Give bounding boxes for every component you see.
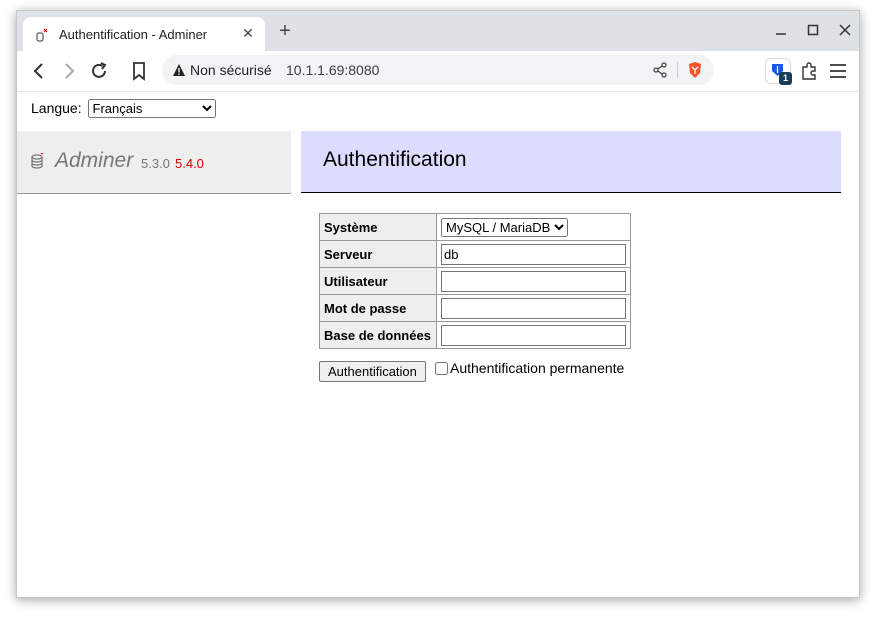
browser-tab[interactable]: Authentification - Adminer ✕ [23,17,265,51]
security-label[interactable]: Non sécurisé [190,62,272,78]
table-row: Serveur [319,240,631,268]
brave-shield-icon[interactable] [687,61,703,79]
new-tab-icon[interactable]: + [275,21,295,41]
table-row: Système MySQL / MariaDB [319,213,631,241]
login-form-table: Système MySQL / MariaDB Serveur Utilisat… [319,213,631,349]
password-input[interactable] [441,297,626,319]
tab-strip: Authentification - Adminer ✕ + [17,11,859,51]
page-title: Authentification [323,148,467,171]
language-switcher: Langue: Français [31,99,216,118]
back-icon[interactable] [27,59,51,83]
address-bar[interactable]: Non sécurisé 10.1.1.69:8080 [162,55,714,85]
version-label: 5.3.0 [141,156,170,171]
system-select[interactable]: MySQL / MariaDB [441,217,568,237]
user-input[interactable] [441,270,626,292]
adminer-menu: Adminer 5.3.0 5.4.0 [17,131,291,194]
bitwarden-extension-icon[interactable]: 1 [765,58,792,85]
forward-icon[interactable] [57,59,81,83]
table-row: Mot de passe [319,294,631,322]
close-window-icon[interactable] [835,21,855,41]
server-input[interactable] [441,243,626,265]
tab-title: Authentification - Adminer [59,27,208,42]
table-row: Utilisateur [319,267,631,295]
database-cell [436,321,631,349]
system-cell: MySQL / MariaDB [436,213,631,241]
app-name-link[interactable]: Adminer [55,149,133,173]
language-label: Langue: [31,100,82,116]
user-cell [436,267,631,295]
warning-icon[interactable] [172,63,186,77]
extensions-puzzle-icon[interactable] [799,61,819,81]
user-label: Utilisateur [319,267,437,295]
language-select[interactable]: Français [87,99,216,118]
login-button[interactable]: Authentification [319,361,426,382]
adminer-favicon-icon [36,28,48,42]
bookmark-icon[interactable] [127,59,151,83]
database-icon [31,153,44,169]
maximize-icon[interactable] [803,21,823,41]
address-separator [677,62,678,78]
browser-toolbar: Non sécurisé 10.1.1.69:8080 1 [17,51,859,92]
extension-badge: 1 [779,72,792,85]
hamburger-menu-icon[interactable] [829,61,847,81]
table-row: Base de données [319,321,631,349]
server-cell [436,240,631,268]
permanent-login[interactable]: Authentification permanente [435,360,624,376]
page-header: Authentification [301,131,841,193]
password-cell [436,294,631,322]
browser-window: Authentification - Adminer ✕ + Non sécur… [16,10,860,598]
share-icon[interactable] [652,62,668,78]
permanent-login-label[interactable]: Authentification permanente [450,360,624,376]
permanent-login-checkbox[interactable] [435,362,448,375]
page-content: Langue: Français Adminer 5.3.0 5.4.0 Aut… [17,92,859,597]
new-version-link[interactable]: 5.4.0 [175,156,204,171]
database-label: Base de données [319,321,437,349]
url-text[interactable]: 10.1.1.69:8080 [286,62,379,78]
server-label: Serveur [319,240,437,268]
system-label: Système [319,213,437,241]
tab-close-icon[interactable]: ✕ [239,24,257,42]
database-input[interactable] [441,324,626,346]
password-label: Mot de passe [319,294,437,322]
minimize-icon[interactable] [771,21,791,41]
reload-icon[interactable] [87,59,111,83]
